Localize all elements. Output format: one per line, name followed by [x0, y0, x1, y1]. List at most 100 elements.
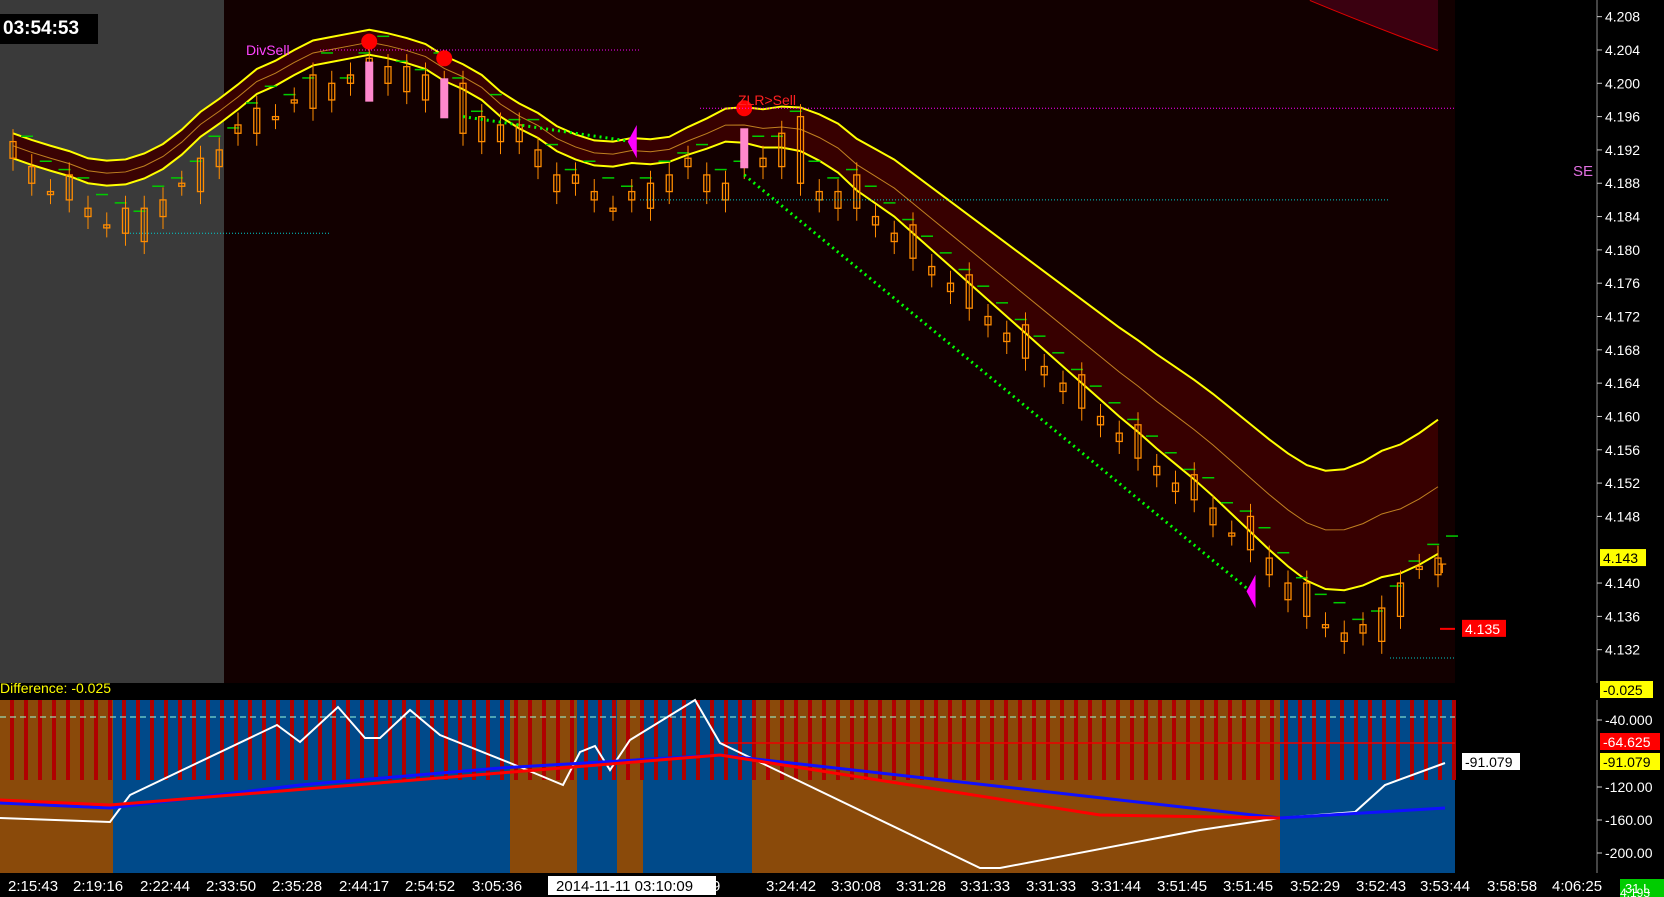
price-tick-label: 4.180: [1605, 242, 1640, 258]
histo-bar: [1214, 700, 1218, 780]
sell-dot: [436, 50, 453, 67]
sell-bar: [740, 128, 749, 169]
histo-bar: [1130, 700, 1134, 780]
histo-bar: [1116, 700, 1120, 780]
x-axis-labels: 2:15:43 2:19:16 2:22:44 2:33:50 2:35:28 2:44:…: [8, 878, 1602, 895]
histo-bar: [262, 700, 266, 780]
histo-bar: [1102, 700, 1106, 780]
histo-bar: [444, 700, 448, 780]
histo-bar: [1172, 700, 1176, 780]
histo-bar: [1382, 700, 1386, 780]
histo-bar: [416, 700, 420, 780]
x-tick-label: 3:31:28: [896, 878, 946, 895]
histo-bar: [402, 700, 406, 780]
histo-bar: [906, 700, 910, 780]
histo-bar: [528, 700, 532, 780]
histo-bar: [24, 700, 28, 780]
histo-bar: [1144, 700, 1148, 780]
last-price-label: 4.143: [1603, 550, 1638, 566]
histo-bar: [1032, 700, 1036, 780]
histo-bar: [38, 700, 42, 780]
x-tick-label: 3:05:36: [472, 878, 522, 895]
histo-bar: [1242, 700, 1246, 780]
zlr-sell-label: ZLR>Sell: [738, 92, 796, 108]
histo-bar: [1046, 700, 1050, 780]
price-tick-label: 4.188: [1605, 175, 1640, 191]
price-tick-label: 4.208: [1605, 9, 1640, 25]
histo-bar: [696, 700, 700, 780]
x-tick-label: 3:51:45: [1223, 878, 1273, 895]
price-tick-label: 4.204: [1605, 42, 1640, 58]
histo-bar: [206, 700, 210, 780]
indicator-tick-label: -200.00: [1605, 845, 1653, 861]
x-tick-label: 3:52:29: [1290, 878, 1340, 895]
price-tick-label: 4.164: [1605, 375, 1640, 391]
histo-bar: [1228, 700, 1232, 780]
histo-bar: [66, 700, 70, 780]
histo-bar: [430, 700, 434, 780]
histo-bar: [668, 700, 672, 780]
cursor-date-label: 2014-11-11 03:10:09: [556, 878, 693, 895]
histo-bar: [374, 700, 378, 780]
divsell-label: DivSell: [246, 42, 290, 58]
histo-bar: [304, 700, 308, 780]
difference-label: Difference: -0.025: [0, 680, 112, 696]
x-tick-label: 2:15:43: [8, 878, 58, 895]
histo-bar: [1312, 700, 1316, 780]
white-value-label: -91.079: [1465, 754, 1513, 770]
x-tick-label: 2:33:50: [206, 878, 256, 895]
histo-bar: [850, 700, 854, 780]
price-tick-label: 4.160: [1605, 408, 1640, 424]
clock-readout: 03:54:53: [0, 14, 98, 44]
histo-bar: [1410, 700, 1414, 780]
histo-bar: [94, 700, 98, 780]
x-tick-label: 2:35:28: [272, 878, 322, 895]
x-tick-label: 2:54:52: [405, 878, 455, 895]
x-tick-label: 2:22:44: [140, 878, 190, 895]
histo-bar: [584, 700, 588, 780]
histo-bar: [136, 700, 140, 780]
histo-bar: [1270, 700, 1274, 780]
price-tick-label: 4.192: [1605, 142, 1640, 158]
price-tick-label: 4.200: [1605, 75, 1640, 91]
histo-bar: [962, 700, 966, 780]
x-tick-label: 2:19:16: [73, 878, 123, 895]
histo-bar: [640, 700, 644, 780]
x-tick-label: 3:30:08: [831, 878, 881, 895]
histo-bar: [766, 700, 770, 780]
histo-bar: [920, 700, 924, 780]
histo-bar: [108, 700, 112, 780]
histo-bar: [710, 700, 714, 780]
histo-bar: [682, 700, 686, 780]
corner-left-label: 4.193: [1620, 886, 1650, 897]
histo-bar: [738, 700, 742, 780]
price-tick-label: 4.148: [1605, 508, 1640, 524]
histo-bar: [1452, 700, 1456, 780]
indicator-tick-label: -40.000: [1605, 712, 1653, 728]
price-tick-label: 4.140: [1605, 575, 1640, 591]
histo-bar: [360, 700, 364, 780]
histo-bar: [164, 700, 168, 780]
histo-bar: [654, 700, 658, 780]
x-tick-label: 3:52:43: [1356, 878, 1406, 895]
histo-bar: [1438, 700, 1442, 780]
histo-bar: [178, 700, 182, 780]
histo-bar: [976, 700, 980, 780]
histo-bar: [1018, 700, 1022, 780]
histo-bar: [234, 700, 238, 780]
sell-bar: [365, 61, 374, 102]
histo-bar: [1200, 700, 1204, 780]
histo-bar: [864, 700, 868, 780]
histo-bar: [290, 700, 294, 780]
histo-bar: [948, 700, 952, 780]
histo-bar: [934, 700, 938, 780]
histo-bar: [80, 700, 84, 780]
price-tick-label: 4.176: [1605, 275, 1640, 291]
session-shade: [0, 0, 224, 683]
red-value-label: -64.625: [1603, 734, 1651, 750]
indicator-tick-label: -120.00: [1605, 779, 1653, 795]
histo-bar: [192, 700, 196, 780]
histo-bar: [1060, 700, 1064, 780]
price-tick-label: 4.152: [1605, 475, 1640, 491]
histo-bar: [598, 700, 602, 780]
